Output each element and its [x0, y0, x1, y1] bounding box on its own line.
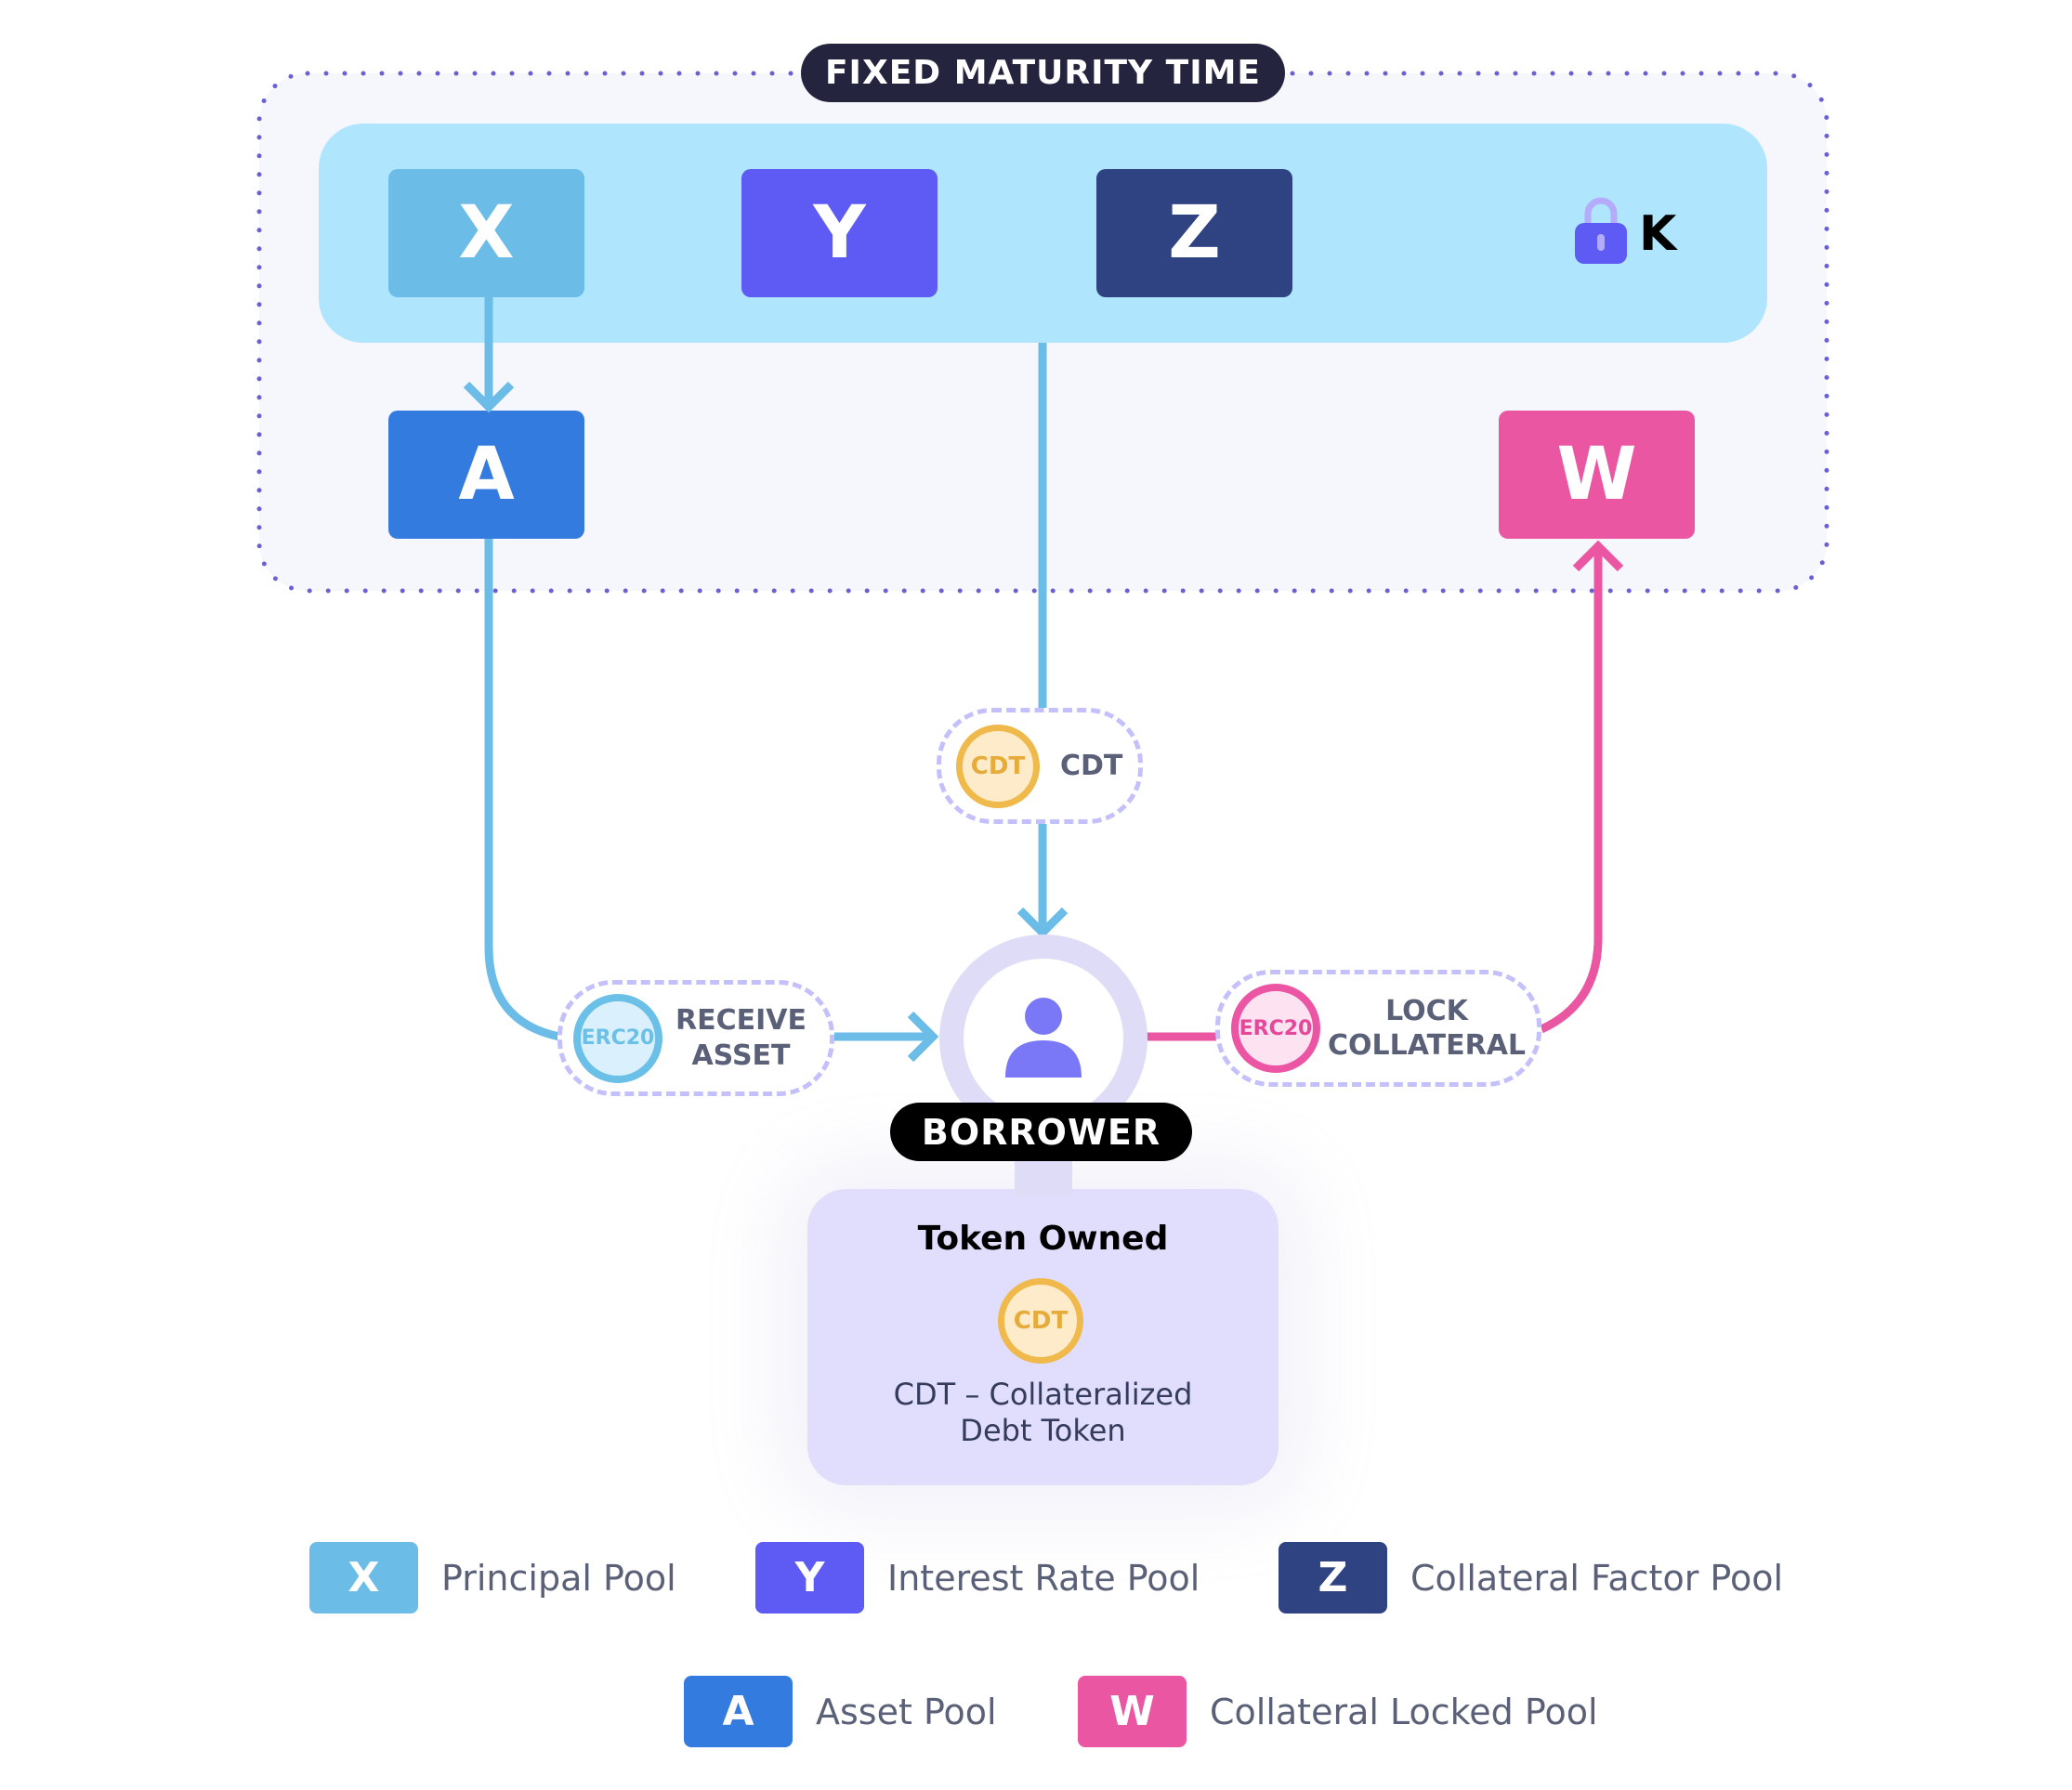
cdt-coin-icon: CDT — [998, 1278, 1083, 1364]
cdt-coin-text: CDT — [970, 751, 1026, 780]
erc20-coin-icon: ERC20 — [1231, 984, 1320, 1073]
lock-collateral-label: LOCK COLLATERAL — [1328, 994, 1526, 1064]
legend-swatch-w: W — [1078, 1676, 1187, 1747]
receive-asset-line2: ASSET — [691, 1039, 791, 1072]
legend-swatch-y: Y — [755, 1542, 864, 1614]
receive-asset-line1: RECEIVE — [675, 1004, 807, 1037]
pool-z[interactable]: Z — [1096, 169, 1292, 297]
legend-item-y: Y Interest Rate Pool — [755, 1542, 1200, 1614]
cdt-coin-icon: CDT — [956, 724, 1040, 808]
borrower-card-connector — [1015, 1159, 1072, 1196]
erc20-coin-text: ERC20 — [581, 1026, 655, 1050]
legend-item-x: X Principal Pool — [309, 1542, 676, 1614]
pool-w[interactable]: W — [1499, 411, 1695, 539]
legend-item-w: W Collateral Locked Pool — [1078, 1676, 1598, 1747]
pool-x[interactable]: X — [388, 169, 584, 297]
legend-item-a: A Asset Pool — [684, 1676, 997, 1747]
pool-a[interactable]: A — [388, 411, 584, 539]
token-desc-line2: Debt Token — [960, 1413, 1126, 1449]
cdt-coin-text: CDT — [1013, 1307, 1069, 1335]
borrower-label: BORROWER — [890, 1103, 1192, 1161]
legend-swatch-z: Z — [1279, 1542, 1387, 1614]
legend-label-z: Collateral Factor Pool — [1410, 1557, 1784, 1599]
token-desc-line1: CDT – Collateralized — [893, 1377, 1193, 1412]
receive-asset-label: RECEIVE ASSET — [675, 1003, 807, 1073]
legend-swatch-x: X — [309, 1542, 418, 1614]
pool-x-label: X — [458, 191, 515, 275]
pool-a-label: A — [458, 433, 515, 516]
legend-label-a: Asset Pool — [816, 1691, 997, 1732]
receive-asset-tag[interactable]: ERC20 RECEIVE ASSET — [557, 980, 834, 1096]
pool-y-label: Y — [813, 191, 866, 275]
cdt-tag[interactable]: CDT CDT — [937, 708, 1143, 824]
legend-label-y: Interest Rate Pool — [887, 1557, 1200, 1599]
pool-z-label: Z — [1168, 191, 1221, 275]
legend-swatch-a: A — [684, 1676, 793, 1747]
lock-icon — [1575, 197, 1627, 264]
lock-label: K — [1639, 206, 1677, 262]
token-owned-title: Token Owned — [917, 1220, 1169, 1258]
token-owned-description: CDT – Collateralized Debt Token — [807, 1377, 1279, 1449]
legend-label-x: Principal Pool — [441, 1557, 676, 1599]
legend-item-z: Z Collateral Factor Pool — [1279, 1542, 1783, 1614]
pool-y[interactable]: Y — [741, 169, 938, 297]
fixed-maturity-time-label: FIXED MATURITY TIME — [801, 44, 1285, 102]
legend-label-w: Collateral Locked Pool — [1210, 1691, 1598, 1732]
lock-collateral-line1: LOCK — [1385, 994, 1468, 1027]
pool-w-label: W — [1556, 433, 1637, 516]
cdt-tag-label: CDT — [1060, 749, 1123, 782]
lock-collateral-line2: COLLATERAL — [1328, 1029, 1527, 1062]
erc20-coin-text: ERC20 — [1239, 1016, 1313, 1040]
erc20-coin-icon: ERC20 — [573, 993, 662, 1083]
user-icon — [1005, 998, 1082, 1078]
lock-collateral-tag[interactable]: ERC20 LOCK COLLATERAL — [1215, 970, 1541, 1087]
